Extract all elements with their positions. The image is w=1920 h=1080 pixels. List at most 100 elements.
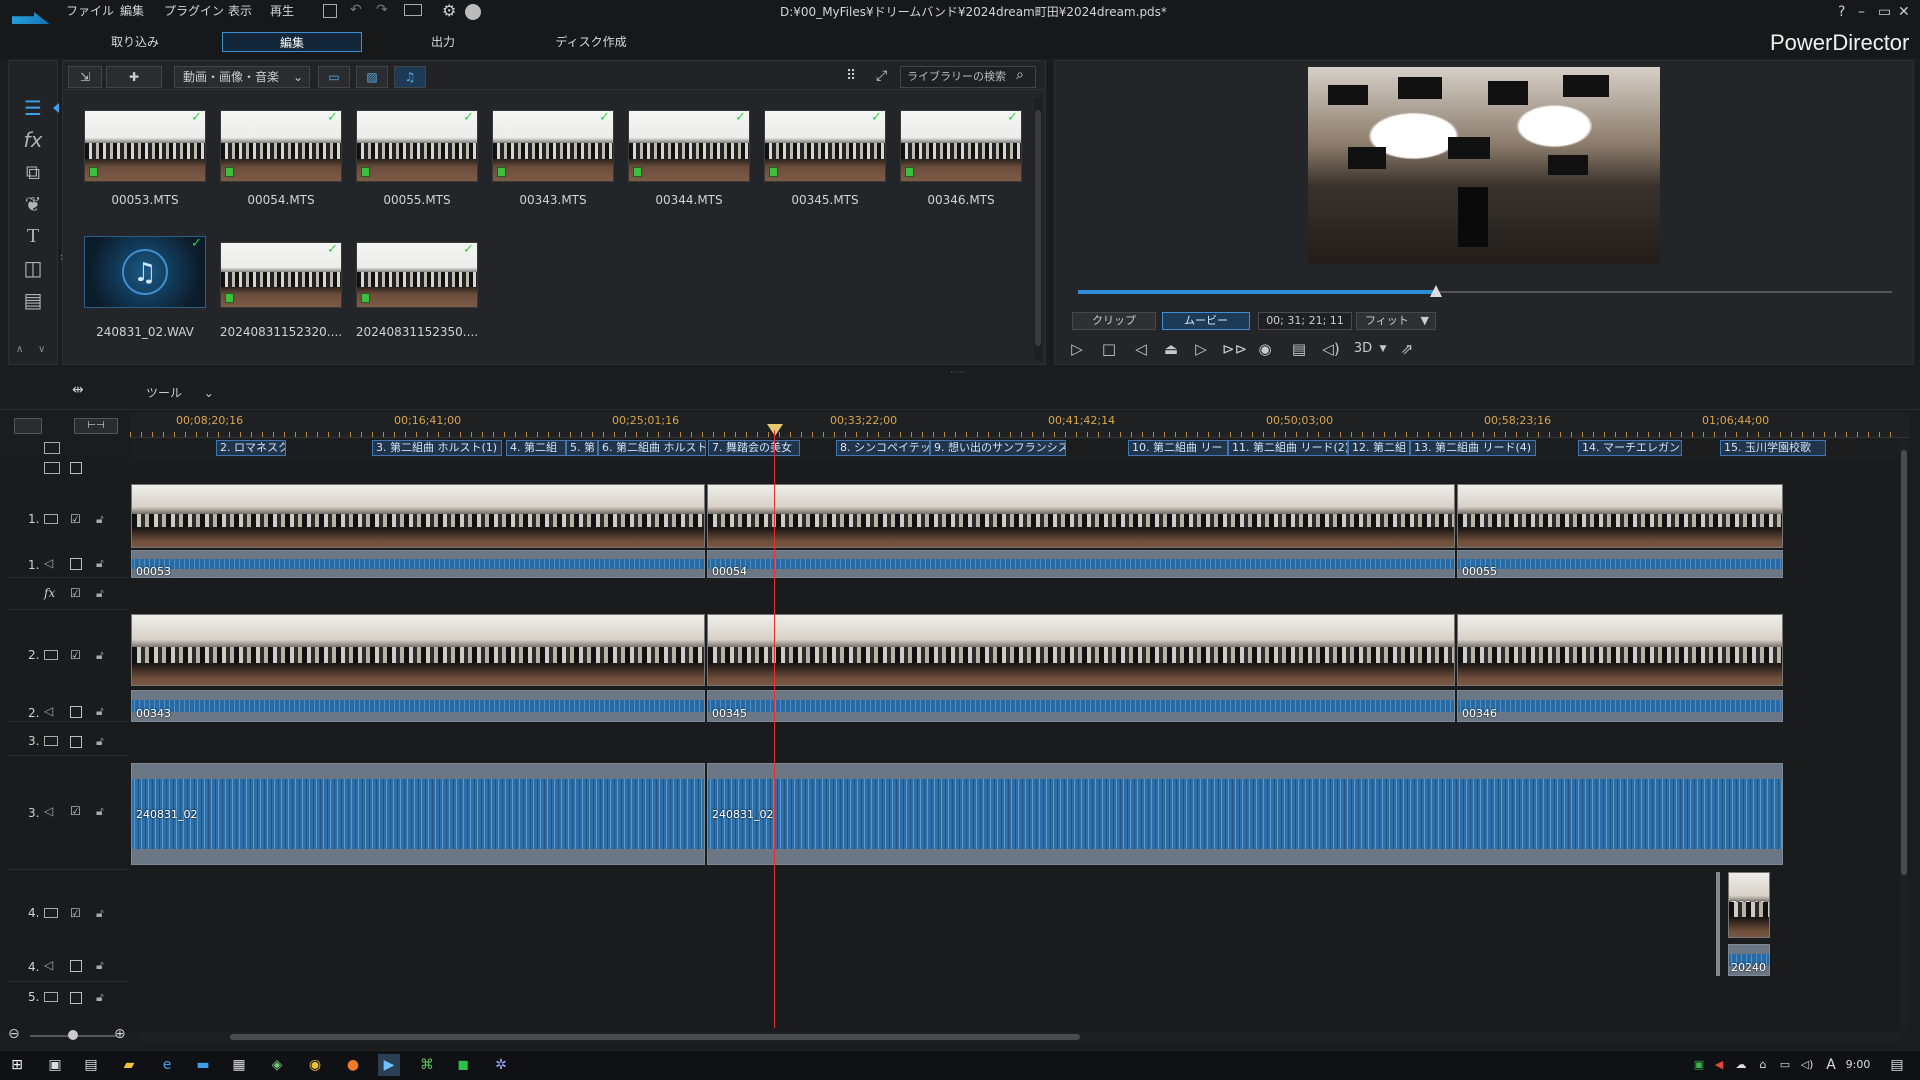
fx-room-icon[interactable]: fx bbox=[16, 126, 50, 154]
lock-icon[interactable]: 🔓︎ bbox=[96, 512, 104, 527]
library-thumb-00053[interactable]: ✓ bbox=[84, 110, 206, 182]
image-filter-button[interactable]: ▨ bbox=[356, 66, 388, 88]
track-enable-checkbox[interactable] bbox=[70, 706, 82, 718]
lock-icon[interactable]: 🔓︎ bbox=[96, 734, 104, 749]
powerdirector-taskbar-icon[interactable]: ▶ bbox=[378, 1054, 400, 1076]
tray-icon[interactable]: ◀ bbox=[1708, 1054, 1730, 1076]
fast-forward-icon[interactable]: ⊳⊳ bbox=[1222, 338, 1247, 360]
library-thumb-20240831152350[interactable]: ✓ bbox=[356, 242, 478, 308]
clip-mode-button[interactable]: クリップ bbox=[1072, 312, 1156, 330]
next-frame-icon[interactable]: ▷ bbox=[1190, 338, 1212, 360]
fit-dropdown[interactable]: フィット ▼ bbox=[1356, 312, 1436, 330]
transition-room-icon[interactable]: ◫ bbox=[16, 254, 50, 282]
track-enable-checkbox[interactable] bbox=[70, 558, 82, 570]
chapter-marker[interactable]: 4. 第二組 bbox=[506, 440, 566, 456]
help-button[interactable]: ? bbox=[1838, 4, 1845, 20]
restore-button[interactable]: ▭ bbox=[1878, 4, 1891, 20]
video-clip[interactable]: 00053 bbox=[131, 484, 705, 548]
fit-timeline-icon[interactable]: ⇹ bbox=[72, 382, 84, 398]
video-clip[interactable]: 00345 bbox=[707, 614, 1455, 686]
library-thumb-00346[interactable]: ✓ bbox=[900, 110, 1022, 182]
track-enable-checkbox[interactable]: ☑ bbox=[70, 648, 81, 662]
video-clip[interactable]: 00346 bbox=[1457, 614, 1783, 686]
undo-icon[interactable]: ↶ bbox=[350, 2, 362, 18]
tray-icon[interactable]: ▣ bbox=[1688, 1054, 1710, 1076]
vertical-scroll-thumb[interactable] bbox=[1901, 450, 1907, 875]
audio-clip[interactable]: 00346 bbox=[1457, 690, 1783, 722]
audio-clip[interactable]: 240831_02 bbox=[131, 763, 705, 865]
chapter-marker[interactable]: 14. マーチエレガント bbox=[1578, 440, 1682, 456]
media-room-icon[interactable]: ☰ bbox=[16, 94, 50, 122]
taskbar-app-icon[interactable]: ▬ bbox=[192, 1054, 214, 1076]
close-button[interactable]: ✕ bbox=[1898, 4, 1910, 20]
import-media-button[interactable]: ⇲ bbox=[68, 66, 102, 88]
menu-plugin[interactable]: プラグイン bbox=[164, 2, 224, 19]
minimize-button[interactable]: – bbox=[1858, 4, 1865, 20]
track-enable-checkbox[interactable] bbox=[70, 992, 82, 1004]
tools-menu[interactable]: ツール ⌄ bbox=[146, 384, 214, 401]
taskbar-app-icon[interactable]: ▣ bbox=[44, 1054, 66, 1076]
account-icon[interactable] bbox=[465, 4, 481, 20]
movie-mode-button[interactable]: ムービー bbox=[1162, 312, 1250, 330]
clock[interactable]: 9:00 bbox=[1836, 1054, 1880, 1076]
audio-clip[interactable]: 00343 bbox=[131, 690, 705, 722]
zoom-in-icon[interactable]: ⊕ bbox=[114, 1026, 126, 1042]
chapter-marker[interactable]: 3. 第二組曲 ホルスト(1) bbox=[372, 440, 502, 456]
tray-icon[interactable]: ☁ bbox=[1730, 1054, 1752, 1076]
chapter-marker[interactable]: 13. 第二組曲 リード(4) bbox=[1410, 440, 1536, 456]
track-enable-checkbox[interactable] bbox=[70, 960, 82, 972]
lock-icon[interactable]: 🔓︎ bbox=[96, 958, 104, 973]
video-filter-button[interactable]: ▭ bbox=[318, 66, 350, 88]
chapter-marker[interactable]: 6. 第二組曲 ホルスト bbox=[598, 440, 706, 456]
notification-icon[interactable]: ▤ bbox=[1886, 1054, 1908, 1076]
scroll-up-icon[interactable]: ∧ bbox=[16, 344, 23, 355]
lock-icon[interactable]: 🔓︎ bbox=[96, 556, 104, 571]
horizontal-scroll-thumb[interactable] bbox=[230, 1034, 1080, 1040]
track-enable-checkbox[interactable]: ☑ bbox=[70, 586, 81, 600]
lock-icon[interactable]: 🔓︎ bbox=[96, 704, 104, 719]
audio-clip[interactable]: 00055 bbox=[1457, 550, 1783, 578]
search-icon[interactable]: ⌕ bbox=[1016, 67, 1024, 83]
timecode-display[interactable]: 00; 31; 21; 11 bbox=[1258, 312, 1352, 330]
playhead-line[interactable] bbox=[774, 430, 775, 1028]
tab-produce[interactable]: 出力 bbox=[408, 32, 478, 52]
audio-clip[interactable]: 00053 bbox=[131, 550, 705, 578]
tab-capture[interactable]: 取り込み bbox=[100, 32, 170, 52]
lock-icon[interactable]: 🔓︎ bbox=[96, 990, 104, 1005]
zoom-out-icon[interactable]: ⊖ bbox=[8, 1026, 20, 1042]
track-enable-checkbox[interactable]: ☑ bbox=[70, 512, 81, 526]
tray-icon[interactable]: ⌂ bbox=[1752, 1054, 1774, 1076]
menu-play[interactable]: 再生 bbox=[270, 2, 294, 19]
track-enable-checkbox[interactable] bbox=[70, 736, 82, 748]
play-icon[interactable]: ▷ bbox=[1066, 338, 1088, 360]
library-thumb-00343[interactable]: ✓ bbox=[492, 110, 614, 182]
library-thumb-00054[interactable]: ✓ bbox=[220, 110, 342, 182]
video-clip[interactable]: 00055 bbox=[1457, 484, 1783, 548]
storyboard-view-icon[interactable] bbox=[14, 418, 42, 434]
taskbar-app-icon[interactable]: ⌘ bbox=[416, 1054, 438, 1076]
video-clip[interactable]: 00343 bbox=[131, 614, 705, 686]
chapter-marker[interactable]: 10. 第二組曲 リー bbox=[1128, 440, 1228, 456]
3d-toggle[interactable]: 3D bbox=[1352, 338, 1374, 360]
chapter-marker[interactable]: 11. 第二組曲 リード(2) bbox=[1228, 440, 1348, 456]
redo-icon[interactable]: ↷ bbox=[376, 2, 388, 18]
menu-edit[interactable]: 編集 bbox=[120, 2, 144, 19]
taskbar-app-icon[interactable]: ◈ bbox=[266, 1054, 288, 1076]
network-icon[interactable]: ▭ bbox=[1774, 1054, 1796, 1076]
firefox-icon[interactable]: ● bbox=[342, 1054, 364, 1076]
calculator-icon[interactable]: ▦ bbox=[228, 1054, 250, 1076]
media-filter-dropdown[interactable]: 動画・画像・音楽 ⌄ bbox=[174, 66, 310, 88]
audio-clip[interactable]: 00054 bbox=[707, 550, 1455, 578]
speaker-icon[interactable]: ◁) bbox=[1796, 1054, 1818, 1076]
chapter-marker[interactable]: 12. 第二組 bbox=[1348, 440, 1410, 456]
menu-view[interactable]: 表示 bbox=[228, 2, 252, 19]
subtitle-room-icon[interactable]: ▤ bbox=[16, 286, 50, 314]
scroll-down-icon[interactable]: ∨ bbox=[38, 344, 45, 355]
grid-view-icon[interactable]: ⠿ bbox=[846, 68, 856, 84]
pip-room-icon[interactable]: ⧉ bbox=[16, 158, 50, 186]
panel-divider-grip[interactable]: ····· bbox=[950, 368, 964, 378]
lock-icon[interactable]: 🔓︎ bbox=[96, 586, 104, 601]
timeline-view-icon[interactable]: ⊢⊣ bbox=[74, 418, 118, 434]
subtitle-icon[interactable]: ▤ bbox=[1288, 338, 1310, 360]
start-icon[interactable]: ⊞ bbox=[6, 1054, 28, 1076]
